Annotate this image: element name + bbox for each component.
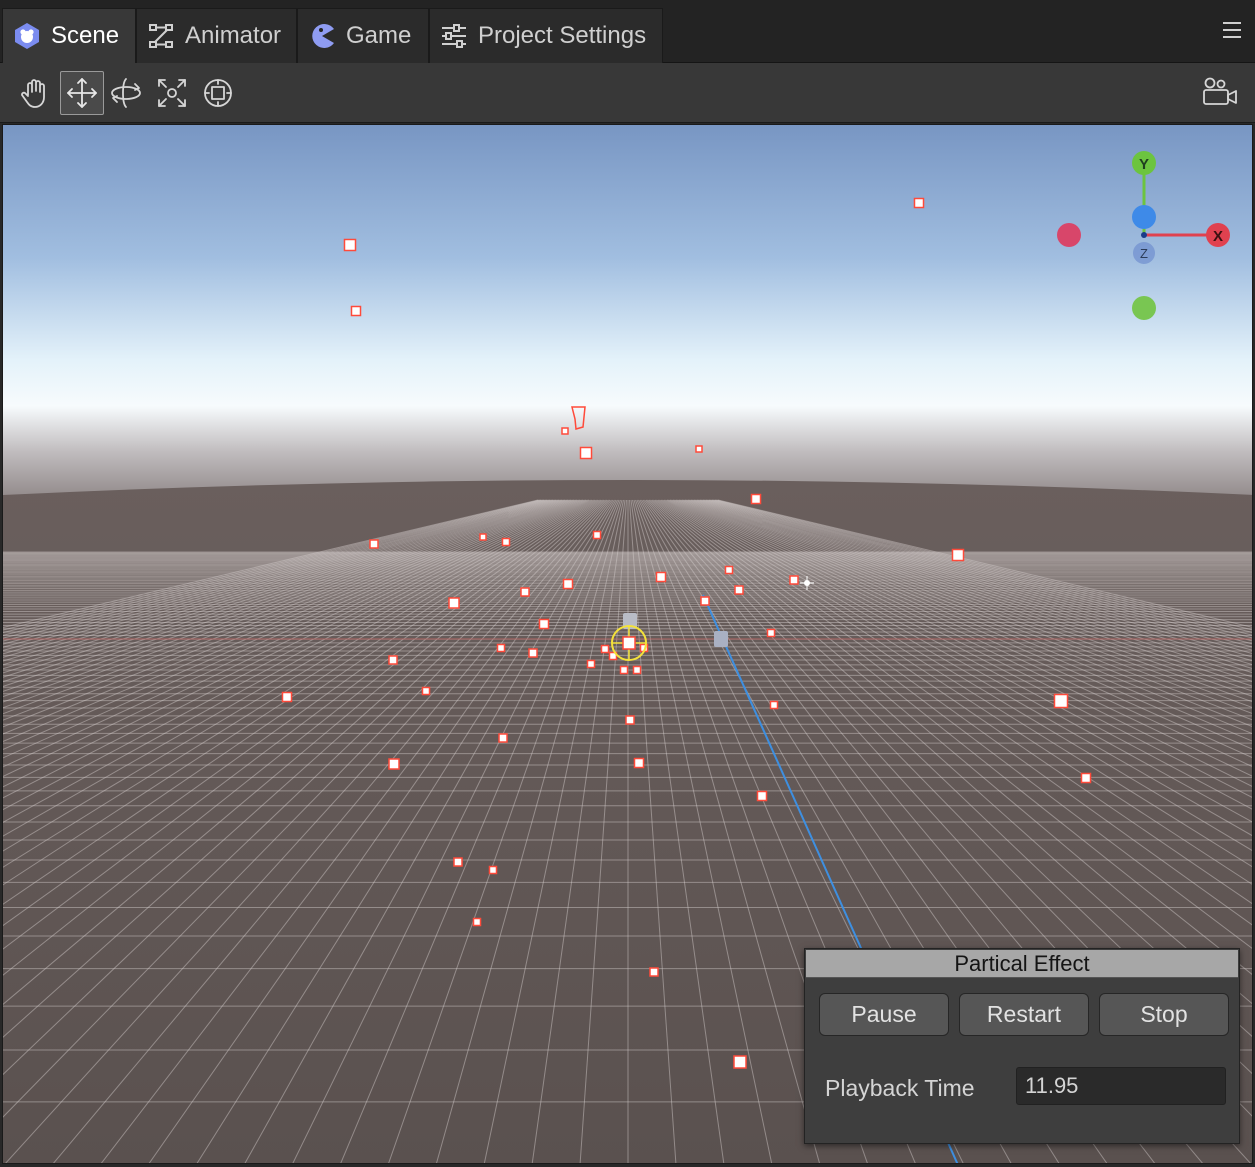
gizmo-x-label: X bbox=[1213, 228, 1223, 245]
particle-sprite bbox=[734, 585, 744, 595]
particle-sprite bbox=[600, 644, 610, 654]
particle-sprite bbox=[766, 628, 776, 638]
particle-sprite bbox=[649, 967, 659, 977]
cube-object[interactable] bbox=[714, 631, 728, 647]
particle-sprite bbox=[488, 865, 498, 875]
tab-label: Animator bbox=[185, 22, 282, 49]
unity-scene-icon bbox=[15, 23, 39, 49]
rect-tool-icon[interactable] bbox=[196, 71, 240, 115]
particle-sprite bbox=[592, 530, 602, 540]
particle-sprite bbox=[538, 618, 550, 630]
particle-sprite bbox=[1053, 693, 1069, 709]
tab-scene[interactable]: Scene bbox=[2, 8, 136, 63]
scene-toolbar bbox=[0, 63, 1255, 123]
particle-sprite bbox=[913, 197, 925, 209]
playback-time-label: Playback Time bbox=[825, 1075, 975, 1101]
particle-sprite bbox=[496, 643, 506, 653]
particle-sprite bbox=[633, 757, 645, 769]
particle-sprite bbox=[498, 733, 508, 743]
particle-sprite bbox=[479, 533, 487, 541]
stop-button[interactable]: Stop bbox=[1099, 993, 1229, 1036]
particle-sprite bbox=[388, 758, 400, 770]
particle-sprite bbox=[1080, 772, 1092, 784]
particle-sprite bbox=[724, 565, 734, 575]
rotate-tool-icon[interactable] bbox=[104, 71, 148, 115]
sliders-icon bbox=[442, 24, 466, 48]
particle-sprite bbox=[562, 578, 574, 590]
particle-effect-panel: Partical Effect Pause Restart Stop Playb… bbox=[804, 948, 1240, 1144]
particle-sprite bbox=[281, 691, 293, 703]
gizmo-y-label: Y bbox=[1139, 156, 1149, 173]
particle-sprite bbox=[472, 917, 482, 927]
particle-sprite bbox=[733, 1055, 747, 1069]
particle-sprite bbox=[789, 575, 799, 585]
move-tool-icon[interactable] bbox=[60, 71, 104, 115]
tab-label: Game bbox=[346, 22, 412, 49]
particle-sprite bbox=[586, 659, 596, 669]
hand-tool-icon[interactable] bbox=[14, 71, 58, 115]
skybox bbox=[3, 125, 1252, 505]
pause-button[interactable]: Pause bbox=[819, 993, 949, 1036]
particle-sprite bbox=[756, 790, 768, 802]
particle-sprite bbox=[619, 665, 629, 675]
particle-sprite bbox=[769, 700, 779, 710]
particle-sprite bbox=[561, 427, 569, 435]
editor-tab-bar: Scene Animator Game Project Settings bbox=[0, 0, 1255, 63]
tab-animator[interactable]: Animator bbox=[136, 8, 297, 63]
particle-sprite bbox=[448, 597, 460, 609]
particle-sprite bbox=[343, 238, 357, 252]
particle-sprite bbox=[700, 596, 710, 606]
tab-label: Project Settings bbox=[478, 22, 647, 49]
tab-label: Scene bbox=[51, 22, 120, 49]
particle-sprite bbox=[421, 686, 431, 696]
animator-icon bbox=[149, 24, 173, 48]
tab-game[interactable]: Game bbox=[297, 8, 429, 63]
particle-sprite bbox=[388, 655, 398, 665]
particle-sprite bbox=[951, 548, 965, 562]
particle-sprite bbox=[520, 587, 530, 597]
scene-camera-icon[interactable] bbox=[1196, 71, 1244, 115]
playback-time-field[interactable] bbox=[1016, 1067, 1226, 1105]
particle-sprite bbox=[350, 305, 362, 317]
hamburger-menu-icon[interactable] bbox=[1223, 22, 1241, 42]
particle-sprite bbox=[579, 446, 593, 460]
scale-tool-icon[interactable] bbox=[150, 71, 194, 115]
particle-sprite bbox=[528, 648, 538, 658]
game-pacman-icon bbox=[312, 24, 334, 48]
gizmo-neg-y[interactable] bbox=[1132, 296, 1156, 320]
particle-sprite bbox=[655, 571, 667, 583]
particle-sprite bbox=[632, 665, 642, 675]
tab-project-settings[interactable]: Project Settings bbox=[429, 8, 663, 63]
gizmo-neg-x[interactable] bbox=[1057, 223, 1081, 247]
gizmo-z-cap[interactable] bbox=[1132, 205, 1156, 229]
particle-sprite bbox=[750, 493, 762, 505]
panel-title: Partical Effect bbox=[806, 950, 1238, 978]
particle-sprite bbox=[625, 715, 635, 725]
particle-sprite bbox=[453, 857, 463, 867]
gizmo-z-label: Z bbox=[1140, 246, 1148, 261]
restart-button[interactable]: Restart bbox=[959, 993, 1089, 1036]
particle-sprite bbox=[501, 537, 511, 547]
particle-sprite bbox=[369, 539, 379, 549]
particle-sprite bbox=[695, 445, 703, 453]
